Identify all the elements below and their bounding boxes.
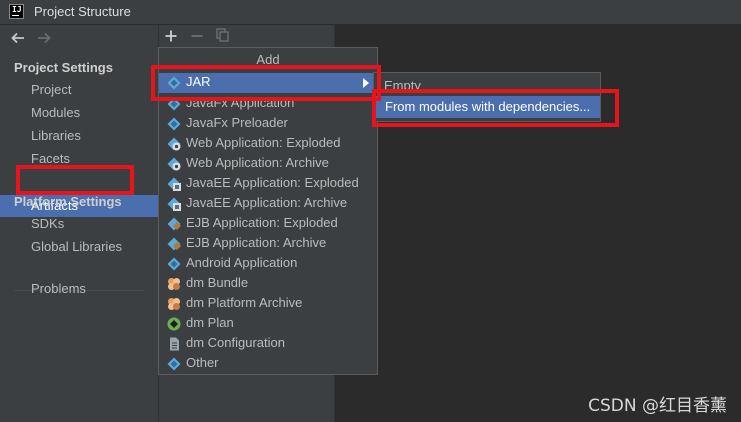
title-bar: IJ Project Structure	[0, 0, 741, 24]
dm-plan-icon	[167, 317, 181, 331]
menu-item-ejb-application-archive[interactable]: EJB Application: Archive	[159, 234, 377, 254]
csdn-watermark: CSDN @红目香薰	[588, 396, 727, 416]
menu-item-label: EJB Application: Archive	[186, 235, 327, 250]
menu-item-dm-bundle[interactable]: dm Bundle	[159, 274, 377, 294]
menu-item-label: Web Application: Archive	[186, 155, 329, 170]
javaee-icon	[167, 177, 181, 191]
window-title: Project Structure	[34, 4, 131, 19]
menu-item-label: Android Application	[186, 255, 298, 270]
platform-settings-header: Platform Settings	[14, 194, 122, 209]
sidebar-item-project[interactable]: Project	[31, 82, 71, 97]
arrow-right-icon[interactable]	[37, 32, 51, 44]
menu-item-label: JavaEE Application: Exploded	[186, 175, 359, 190]
artifacts-toolbar	[158, 25, 333, 47]
menu-item-android-application[interactable]: Android Application	[159, 254, 377, 274]
app-icon-label: IJ	[12, 5, 22, 14]
menu-item-label: dm Configuration	[186, 335, 285, 350]
project-settings-header: Project Settings	[14, 60, 113, 75]
menu-item-javaee-application-archive[interactable]: JavaEE Application: Archive	[159, 194, 377, 214]
arrow-left-icon[interactable]	[11, 32, 25, 44]
intellij-app-icon: IJ	[9, 4, 24, 19]
sidebar-item-problems[interactable]: Problems	[31, 281, 86, 296]
sidebar-item-global-libraries[interactable]: Global Libraries	[31, 239, 122, 254]
copy-icon[interactable]	[216, 28, 229, 45]
menu-item-web-application-exploded[interactable]: Web Application: Exploded	[159, 134, 377, 154]
sidebar-item-modules[interactable]: Modules	[31, 105, 80, 120]
menu-item-label: EJB Application: Exploded	[186, 215, 338, 230]
menu-item-label: JavaEE Application: Archive	[186, 195, 348, 210]
left-settings-panel: Project Settings Project Modules Librari…	[0, 25, 158, 422]
sidebar-item-sdks[interactable]: SDKs	[31, 216, 64, 231]
dm-bundle-icon	[167, 277, 181, 291]
menu-item-label: Web Application: Exploded	[186, 135, 341, 150]
plus-icon[interactable]	[165, 30, 177, 45]
menu-item-dm-plan[interactable]: dm Plan	[159, 314, 377, 334]
highlight-box-from-modules	[372, 89, 619, 127]
menu-item-label: dm Platform Archive	[186, 295, 303, 310]
ejb-icon	[167, 237, 181, 251]
menu-item-dm-platform-archive[interactable]: dm Platform Archive	[159, 294, 377, 314]
web-app-icon	[167, 157, 181, 171]
web-app-icon	[167, 137, 181, 151]
javaee-icon	[167, 197, 181, 211]
sidebar-item-libraries[interactable]: Libraries	[31, 128, 81, 143]
menu-item-label: Other	[186, 355, 219, 370]
diamond-icon	[167, 257, 181, 271]
sidebar-item-facets[interactable]: Facets	[31, 151, 70, 166]
menu-item-label: JavaFx Preloader	[186, 115, 288, 130]
menu-item-label: dm Plan	[186, 315, 234, 330]
menu-item-label: dm Bundle	[186, 275, 249, 290]
menu-item-other[interactable]: Other	[159, 354, 377, 374]
menu-item-ejb-application-exploded[interactable]: EJB Application: Exploded	[159, 214, 377, 234]
diamond-icon	[167, 357, 181, 371]
document-icon	[167, 337, 181, 351]
menu-item-javaee-application-exploded[interactable]: JavaEE Application: Exploded	[159, 174, 377, 194]
diamond-icon	[167, 117, 181, 131]
ejb-icon	[167, 217, 181, 231]
menu-item-dm-configuration[interactable]: dm Configuration	[159, 334, 377, 354]
highlight-box-jar	[151, 65, 381, 101]
menu-item-web-application-archive[interactable]: Web Application: Archive	[159, 154, 377, 174]
highlight-box-artifacts	[16, 165, 134, 195]
minus-icon[interactable]	[191, 30, 203, 45]
menu-item-javafx-preloader[interactable]: JavaFx Preloader	[159, 114, 377, 134]
dm-bundle-icon	[167, 297, 181, 311]
